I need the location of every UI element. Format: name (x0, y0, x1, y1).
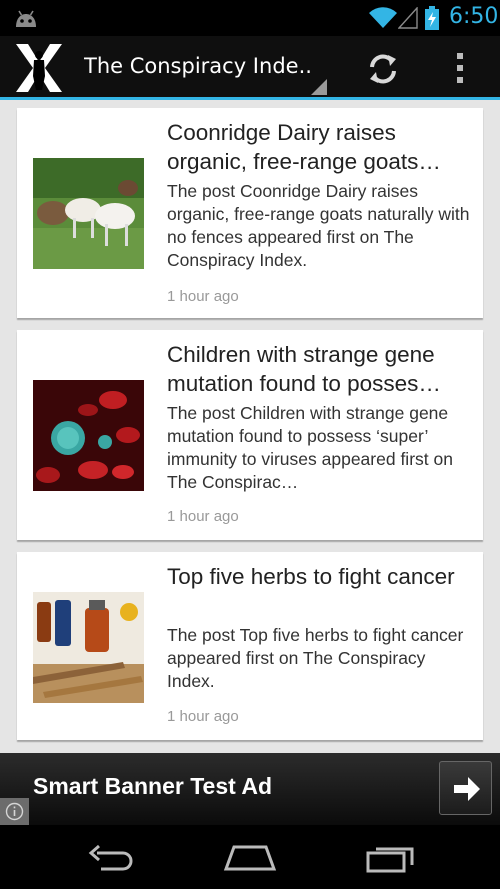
status-bar: 6:50 (0, 0, 500, 36)
overflow-menu-icon[interactable] (452, 50, 468, 88)
android-icon (16, 10, 36, 27)
navigation-bar (0, 825, 500, 889)
info-icon[interactable] (0, 798, 29, 825)
article-list[interactable]: Coonridge Dairy raises organic, free-ran… (0, 103, 500, 753)
arrow-right-icon[interactable] (439, 761, 492, 815)
article-time: 1 hour ago (167, 508, 239, 525)
article-thumbnail (33, 592, 144, 703)
back-icon[interactable] (83, 839, 139, 875)
article-time: 1 hour ago (167, 708, 239, 725)
home-icon[interactable] (222, 839, 278, 875)
spinner-indicator-icon (311, 79, 327, 95)
article-title: Children with strange gene mutation foun… (167, 342, 441, 396)
overflow-dot (457, 65, 463, 71)
article-thumbnail (33, 158, 144, 269)
article-title: Top five herbs to fight cancer (167, 564, 455, 589)
article-card[interactable]: Children with strange gene mutation foun… (17, 330, 483, 540)
article-excerpt: The post Coonridge Dairy raises organic,… (167, 181, 470, 270)
overflow-dot (457, 77, 463, 83)
article-card[interactable]: Coonridge Dairy raises organic, free-ran… (17, 108, 483, 318)
overflow-dot (457, 53, 463, 59)
signal-icon (398, 7, 418, 29)
article-excerpt: The post Children with strange gene muta… (167, 403, 453, 492)
battery-charging-icon (425, 6, 439, 30)
app-title-spinner[interactable]: The Conspiracy Inde.. (84, 54, 314, 78)
refresh-icon[interactable] (364, 50, 402, 88)
ad-banner[interactable]: Smart Banner Test Ad (0, 753, 500, 825)
article-card[interactable]: Top five herbs to fight cancer The post … (17, 552, 483, 740)
article-time: 1 hour ago (167, 288, 239, 305)
article-excerpt: The post Top five herbs to fight cancer … (167, 625, 464, 691)
status-clock: 6:50 (449, 4, 499, 29)
ad-text: Smart Banner Test Ad (33, 773, 272, 799)
x-logo-icon[interactable] (14, 42, 64, 94)
recent-apps-icon[interactable] (362, 839, 418, 875)
wifi-icon (369, 7, 397, 28)
action-bar: The Conspiracy Inde.. (0, 36, 500, 100)
article-title: Coonridge Dairy raises organic, free-ran… (167, 120, 441, 174)
article-thumbnail (33, 380, 144, 491)
